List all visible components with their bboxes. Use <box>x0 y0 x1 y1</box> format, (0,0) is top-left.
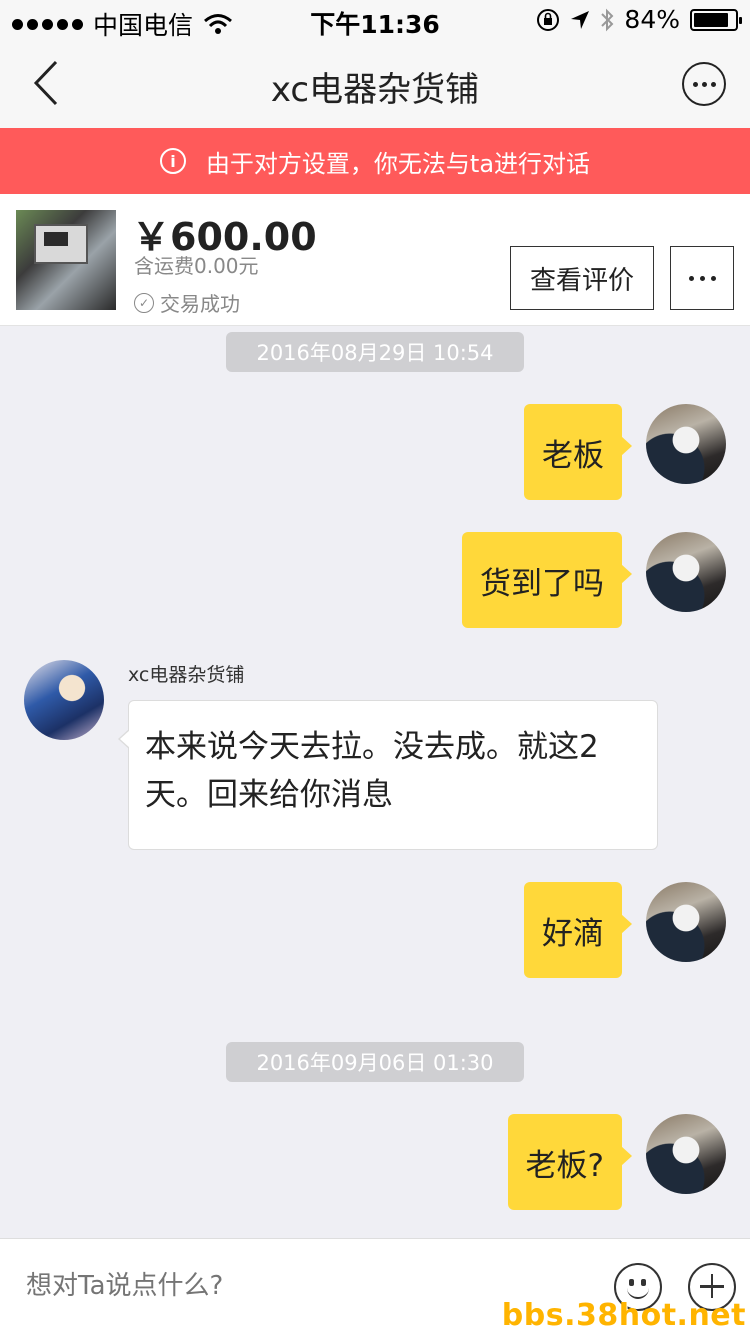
info-icon: i <box>159 148 186 174</box>
timestamp: 2016年09月06日 01:30 <box>226 1042 524 1082</box>
product-card[interactable]: ￥600.00 含运费0.00元 ✓ 交易成功 查看评价 <box>0 194 750 326</box>
product-more-button[interactable] <box>670 246 734 310</box>
message-bubble[interactable]: 货到了吗 <box>462 532 632 628</box>
order-status: ✓ 交易成功 <box>134 288 240 317</box>
status-bar: 中国电信 下午11:36 84% <box>0 0 750 40</box>
my-avatar[interactable] <box>646 532 726 612</box>
message-bubble[interactable]: 老板? <box>507 1114 633 1210</box>
page-title: xc电器杂货铺 <box>270 70 480 110</box>
nav-bar: xc电器杂货铺 <box>0 40 750 128</box>
watermark: bbs.38hot.net <box>501 1298 746 1333</box>
message-bubble[interactable]: 好滴 <box>524 882 632 978</box>
my-avatar[interactable] <box>646 882 726 962</box>
shop-avatar[interactable] <box>24 660 104 740</box>
product-thumbnail[interactable] <box>16 210 116 310</box>
my-avatar[interactable] <box>646 1114 726 1194</box>
shipping-fee: 含运费0.00元 <box>134 254 259 278</box>
more-options-button[interactable] <box>682 62 726 106</box>
message-bubble[interactable]: 老板 <box>524 404 632 500</box>
banner-text: 由于对方设置，你无法与ta进行对话 <box>205 149 591 178</box>
rotation-lock-icon <box>537 8 560 31</box>
location-arrow-icon <box>571 10 590 29</box>
sender-name: xc电器杂货铺 <box>128 664 245 686</box>
blocked-warning-banner: i 由于对方设置，你无法与ta进行对话 <box>0 128 750 194</box>
timestamp: 2016年08月29日 10:54 <box>226 332 524 372</box>
view-review-button[interactable]: 查看评价 <box>510 246 654 310</box>
battery-icon <box>690 8 742 31</box>
battery-percent: 84% <box>624 5 680 34</box>
check-circle-icon: ✓ <box>134 292 154 313</box>
bluetooth-icon <box>601 8 614 31</box>
my-avatar[interactable] <box>646 404 726 484</box>
order-status-label: 交易成功 <box>160 292 240 316</box>
message-bubble[interactable]: 本来说今天去拉。没去成。就这2天。回来给你消息 <box>118 700 658 850</box>
message-input[interactable] <box>26 1271 586 1301</box>
